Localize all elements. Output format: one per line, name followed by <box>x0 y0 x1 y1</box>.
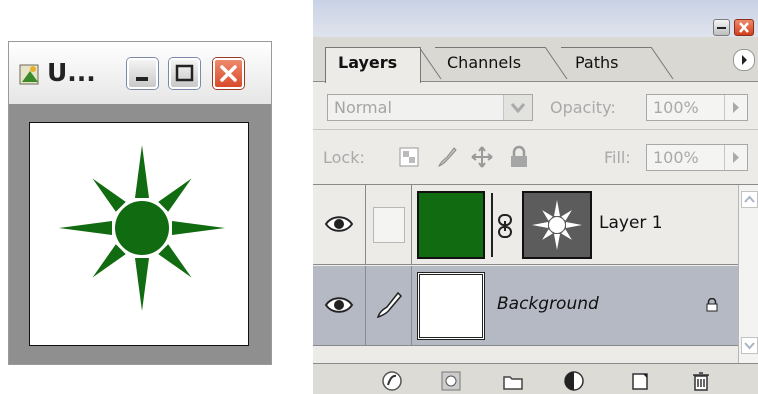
palette-close-button[interactable] <box>734 19 754 36</box>
document-canvas[interactable] <box>29 122 249 346</box>
tab-label: Layers <box>338 53 398 72</box>
fill-label: Fill: <box>604 148 631 167</box>
tab-layers[interactable]: Layers <box>325 47 421 83</box>
lock-all-icon[interactable] <box>508 145 530 169</box>
opacity-value: 100% <box>653 98 699 117</box>
blend-mode-select[interactable]: Normal <box>327 94 533 121</box>
eye-icon <box>324 297 354 313</box>
layer-style-icon[interactable] <box>381 370 403 392</box>
palette-footer <box>313 363 758 394</box>
add-mask-icon[interactable] <box>440 370 462 392</box>
scroll-down-button[interactable] <box>741 337 758 354</box>
document-icon <box>19 64 39 85</box>
mask-sun-icon <box>532 200 582 250</box>
scroll-up-button[interactable] <box>741 191 758 208</box>
maximize-button[interactable] <box>169 58 200 89</box>
fill-slider-arrow-icon[interactable] <box>724 145 747 170</box>
close-button[interactable] <box>213 58 244 89</box>
layers-palette: Paths Channels Layers Normal Opacity: 10… <box>313 0 758 394</box>
layer-brush-cell[interactable] <box>365 266 412 345</box>
blend-mode-value: Normal <box>334 98 392 117</box>
chevron-down-icon <box>744 342 755 350</box>
document-body <box>9 104 271 364</box>
opacity-slider-arrow-icon[interactable] <box>724 95 747 120</box>
layers-scrollbar[interactable] <box>738 185 758 363</box>
fill-value: 100% <box>653 148 699 167</box>
sun-artwork <box>59 145 225 311</box>
layer-mask-thumbnail[interactable] <box>522 191 592 259</box>
opacity-label: Opacity: <box>550 98 616 117</box>
lock-position-icon[interactable] <box>470 145 494 169</box>
layer-name: Background <box>497 294 599 314</box>
lock-image-pixels-icon[interactable] <box>435 145 459 169</box>
blend-row: Normal Opacity: 100% <box>313 81 758 130</box>
layer-row-layer-1[interactable]: Layer 1 <box>313 185 738 265</box>
maximize-icon <box>175 64 194 82</box>
layer-row-background[interactable]: Background <box>313 266 738 346</box>
brush-icon <box>376 291 403 319</box>
minimize-icon <box>136 77 148 81</box>
palette-titlebar[interactable] <box>313 0 758 37</box>
empty-brush-slot <box>373 207 405 243</box>
lock-icon <box>706 298 718 312</box>
visibility-toggle[interactable] <box>313 266 366 345</box>
palette-tabs: Paths Channels Layers <box>313 37 758 83</box>
lock-row: Lock: Fill: 100% <box>313 130 758 185</box>
minimize-icon <box>717 27 726 29</box>
new-group-folder-icon[interactable] <box>502 370 524 392</box>
opacity-field[interactable]: 100% <box>646 94 748 121</box>
document-titlebar[interactable]: U... <box>9 42 271 104</box>
layer-thumbnail[interactable] <box>417 272 485 340</box>
trash-icon[interactable] <box>690 370 712 392</box>
layers-list: Layer 1 Background <box>313 185 738 363</box>
menu-arrow-icon <box>742 55 747 65</box>
thumbnail-divider <box>491 193 493 257</box>
lock-label: Lock: <box>323 148 365 167</box>
close-icon <box>220 65 237 82</box>
chain-link-icon[interactable] <box>496 213 514 239</box>
lock-transparent-pixels-icon[interactable] <box>399 147 419 167</box>
palette-minimize-button[interactable] <box>713 19 730 36</box>
chevron-up-icon <box>744 195 755 203</box>
layer-name: Layer 1 <box>599 213 663 233</box>
document-window: U... <box>8 41 272 365</box>
layer-link-cell[interactable] <box>365 185 412 264</box>
adjustment-layer-icon[interactable] <box>563 370 585 392</box>
eye-icon <box>324 216 354 232</box>
dropdown-arrow-icon <box>503 95 532 120</box>
minimize-button[interactable] <box>127 58 158 89</box>
new-layer-icon[interactable] <box>629 370 651 392</box>
palette-menu-button[interactable] <box>733 49 755 71</box>
layer-thumbnail[interactable] <box>417 191 485 259</box>
document-title: U... <box>47 58 96 87</box>
visibility-toggle[interactable] <box>313 185 366 264</box>
close-icon <box>739 22 749 33</box>
fill-field[interactable]: 100% <box>646 144 748 171</box>
